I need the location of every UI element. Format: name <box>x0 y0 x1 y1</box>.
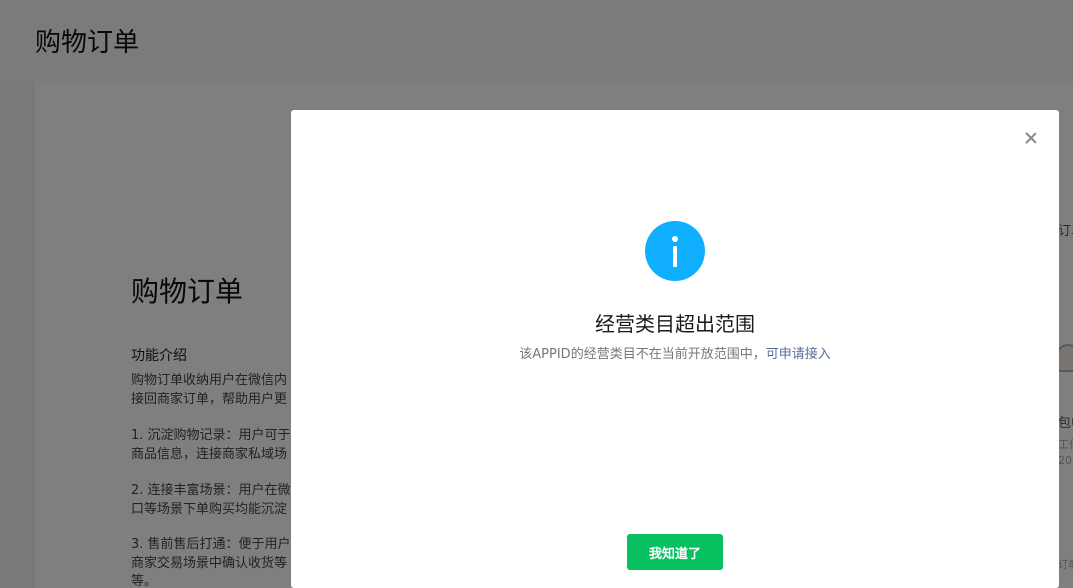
dialog-message: 该APPID的经营类目不在当前开放范围中，可申请接入 <box>291 343 1059 362</box>
apply-access-link[interactable]: 可申请接入 <box>766 347 831 362</box>
dialog-title: 经营类目超出范围 <box>595 312 755 336</box>
dialog-message-text: 该APPID的经营类目不在当前开放范围中， <box>519 347 766 362</box>
close-icon[interactable] <box>1022 129 1040 147</box>
scope-warning-dialog: 经营类目超出范围 该APPID的经营类目不在当前开放范围中，可申请接入 我知道了 <box>291 110 1059 588</box>
info-icon <box>645 221 705 281</box>
acknowledge-button[interactable]: 我知道了 <box>627 534 723 570</box>
